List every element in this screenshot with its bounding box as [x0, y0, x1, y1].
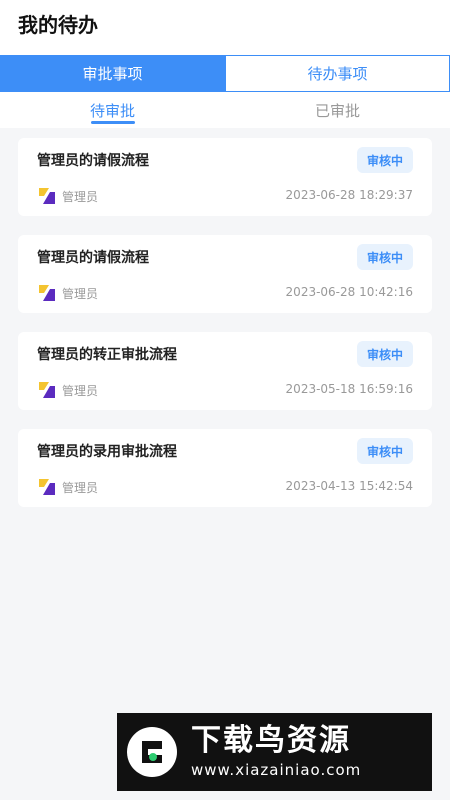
user-logo-icon	[39, 479, 55, 495]
task-list: 管理员的请假流程 审核中 管理员 2023-06-28 18:29:37 管理员…	[18, 138, 432, 526]
item-time: 2023-04-13 15:42:54	[285, 479, 413, 493]
item-title: 管理员的请假流程	[37, 153, 149, 169]
list-item[interactable]: 管理员的录用审批流程 审核中 管理员 2023-04-13 15:42:54	[18, 429, 432, 507]
item-time: 2023-05-18 16:59:16	[285, 382, 413, 396]
tab-todo-items[interactable]: 待办事项	[225, 55, 450, 92]
bird-logo-icon	[127, 727, 177, 777]
status-badge: 审核中	[357, 147, 413, 173]
tab-approval-items[interactable]: 审批事项	[0, 55, 225, 92]
subtabs: 待审批 已审批	[0, 92, 450, 128]
user-logo-icon	[39, 285, 55, 301]
watermark-banner: 下载鸟资源 www.xiazainiao.com	[117, 713, 432, 791]
user-logo-icon	[39, 382, 55, 398]
item-title: 管理员的录用审批流程	[37, 444, 177, 460]
list-item[interactable]: 管理员的请假流程 审核中 管理员 2023-06-28 18:29:37	[18, 138, 432, 216]
item-title: 管理员的请假流程	[37, 250, 149, 266]
item-user: 管理员	[62, 384, 99, 398]
subtab-approved-label: 已审批	[314, 101, 360, 120]
active-tab-indicator	[90, 121, 135, 124]
page-title: 我的待办	[18, 13, 98, 37]
item-time: 2023-06-28 10:42:16	[285, 285, 413, 299]
item-title: 管理员的转正审批流程	[37, 347, 177, 363]
item-user: 管理员	[62, 190, 99, 204]
subtab-approved[interactable]: 已审批	[225, 92, 450, 128]
header: 我的待办 审批事项 待办事项 待审批 已审批	[0, 0, 450, 128]
watermark-url: www.xiazainiao.com	[191, 761, 362, 779]
status-badge: 审核中	[357, 438, 413, 464]
list-item[interactable]: 管理员的请假流程 审核中 管理员 2023-06-28 10:42:16	[18, 235, 432, 313]
item-time: 2023-06-28 18:29:37	[285, 188, 413, 202]
segmented-control: 审批事项 待办事项	[0, 55, 450, 92]
subtab-pending-label: 待审批	[89, 101, 135, 120]
watermark-brand: 下载鸟资源	[191, 723, 351, 758]
status-badge: 审核中	[357, 244, 413, 270]
user-logo-icon	[39, 188, 55, 204]
subtab-pending[interactable]: 待审批	[0, 92, 225, 128]
list-item[interactable]: 管理员的转正审批流程 审核中 管理员 2023-05-18 16:59:16	[18, 332, 432, 410]
status-badge: 审核中	[357, 341, 413, 367]
item-user: 管理员	[62, 481, 99, 495]
item-user: 管理员	[62, 287, 99, 301]
watermark-text: 下载鸟资源 www.xiazainiao.com	[191, 723, 361, 781]
